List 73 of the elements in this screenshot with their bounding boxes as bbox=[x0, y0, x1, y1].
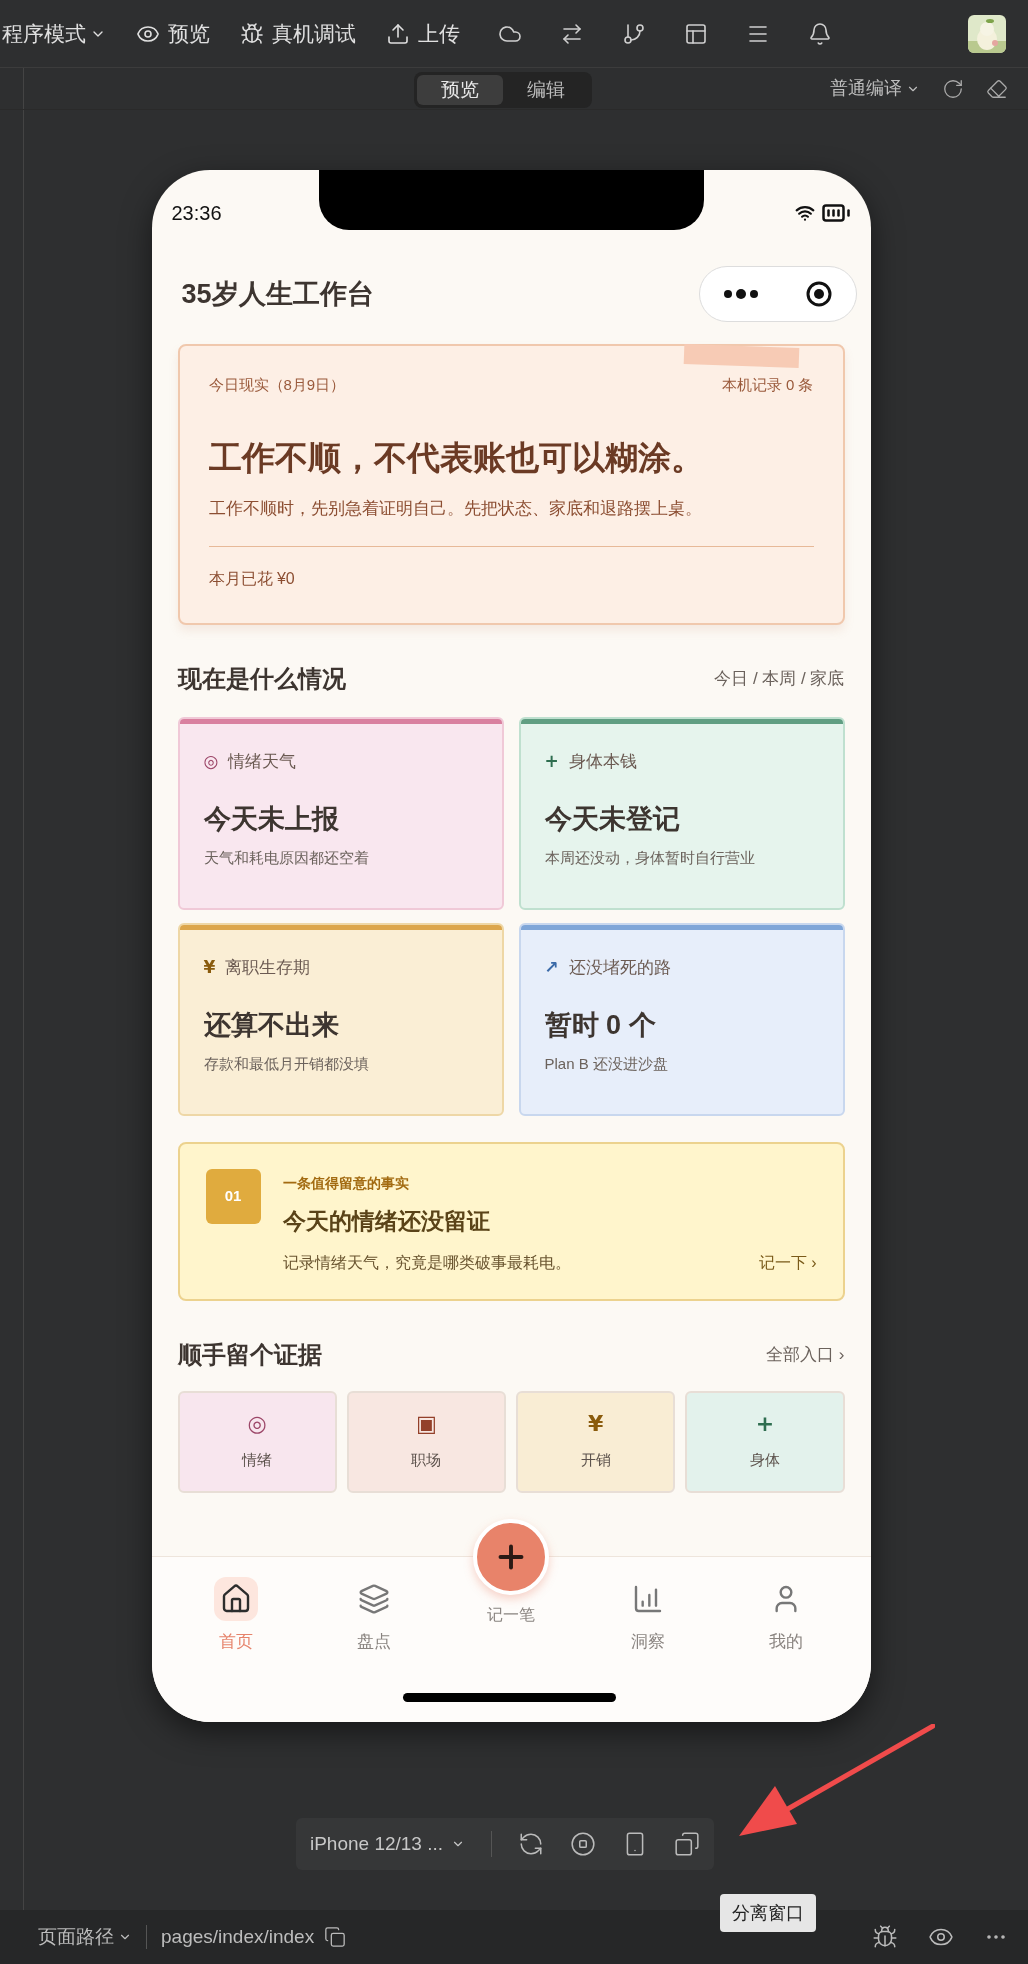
date-label: 今日现实（8月9日） bbox=[208, 375, 346, 395]
tooltip: 分离窗口 bbox=[720, 1894, 816, 1932]
more-icon[interactable] bbox=[722, 288, 759, 300]
layout-icon[interactable] bbox=[684, 21, 708, 46]
quick-entry-button[interactable]: ▣ 职场 bbox=[346, 1391, 506, 1493]
close-icon[interactable] bbox=[804, 280, 833, 308]
copy-icon[interactable] bbox=[324, 1926, 347, 1948]
view-tab[interactable]: 编辑 bbox=[503, 75, 589, 105]
swap-icon[interactable] bbox=[560, 21, 584, 46]
tab-item[interactable]: 我的 bbox=[717, 1557, 855, 1722]
card-icon: + bbox=[544, 749, 559, 775]
refresh-icon[interactable] bbox=[942, 77, 964, 100]
toolbar-button[interactable]: 真机调试 bbox=[240, 17, 356, 50]
quick-entry-button[interactable]: ◎ 情绪 bbox=[177, 1391, 337, 1493]
number-badge: 01 bbox=[205, 1169, 261, 1224]
status-time: 23:36 bbox=[171, 201, 222, 226]
fact-card[interactable]: 01 一条值得留意的事实 今天的情绪还没留证 记录情绪天气，究竟是哪类破事最耗电。 记一下 › bbox=[177, 1142, 845, 1301]
card-note: 存款和最低月开销都没填 bbox=[203, 1054, 370, 1074]
fact-eyebrow: 一条值得留意的事实 bbox=[282, 1174, 410, 1193]
tab-item[interactable]: 洞察 bbox=[579, 1557, 718, 1722]
card-value: 还算不出来 bbox=[203, 1008, 340, 1042]
card-value: 今天未上报 bbox=[203, 802, 340, 836]
branch-icon[interactable] bbox=[622, 21, 646, 46]
bug-icon[interactable] bbox=[872, 1924, 898, 1950]
status-card[interactable]: ¥ 离职生存期 还算不出来 存款和最低月开销都没填 bbox=[177, 923, 504, 1116]
section-title: 顺手留个证据 bbox=[177, 1340, 322, 1370]
record-count: 本机记录 0 条 bbox=[721, 375, 814, 395]
wifi-icon bbox=[794, 203, 815, 223]
card-label: 身体本钱 bbox=[568, 751, 637, 773]
compile-dropdown[interactable]: 普通编译 bbox=[830, 75, 920, 102]
toolbar-button[interactable]: 上传 bbox=[386, 17, 460, 50]
bug-icon bbox=[240, 21, 264, 46]
page-path-dropdown[interactable]: 页面路径 bbox=[38, 1922, 132, 1952]
tab-item[interactable]: 盘点 bbox=[304, 1557, 443, 1722]
card-icon: ¥ bbox=[203, 955, 216, 981]
mode-dropdown[interactable]: 程序模式 bbox=[2, 17, 106, 50]
rotate-icon[interactable] bbox=[518, 1831, 545, 1857]
card-label: 离职生存期 bbox=[225, 957, 311, 979]
device-dropdown[interactable]: iPhone 12/13 ... bbox=[309, 1829, 466, 1859]
card-note: 天气和耗电原因都还空着 bbox=[203, 848, 370, 868]
toolbar-button[interactable]: 预览 bbox=[136, 17, 210, 50]
quick-entry-button[interactable]: + 身体 bbox=[685, 1391, 845, 1493]
all-entries-link[interactable]: 全部入口 › bbox=[766, 1342, 845, 1368]
detach-window-icon[interactable] bbox=[674, 1831, 701, 1857]
status-card[interactable]: ◎ 情绪天气 今天未上报 天气和耗电原因都还空着 bbox=[177, 717, 504, 910]
page-title: 35岁人生工作台 bbox=[181, 277, 374, 311]
card-value: 今天未登记 bbox=[544, 802, 681, 836]
capsule-button[interactable] bbox=[698, 266, 857, 322]
upload-icon bbox=[386, 21, 410, 46]
card-label: 还没堵死的路 bbox=[568, 957, 671, 979]
fact-text: 记录情绪天气，究竟是哪类破事最耗电。 bbox=[282, 1252, 571, 1273]
stop-icon[interactable] bbox=[570, 1831, 597, 1857]
fact-title: 今天的情绪还没留证 bbox=[282, 1207, 491, 1236]
scope-tabs[interactable]: 今日 / 本周 / 家底 bbox=[714, 666, 845, 692]
status-card[interactable]: + 身体本钱 今天未登记 本周还没动，身体暂时自行营业 bbox=[518, 717, 845, 910]
page-path: pages/index/index bbox=[161, 1924, 315, 1949]
monthly-spend: 本月已花 ¥0 bbox=[208, 568, 296, 589]
card-note: 本周还没动，身体暂时自行营业 bbox=[544, 848, 756, 868]
status-card[interactable]: ↗ 还没堵死的路 暂时 0 个 Plan B 还没进沙盘 bbox=[518, 923, 845, 1116]
card-note: Plan B 还没进沙盘 bbox=[544, 1054, 669, 1074]
view-tab[interactable]: 预览 bbox=[417, 75, 503, 105]
quick-entry-button[interactable]: ¥ 开销 bbox=[516, 1391, 676, 1493]
card-icon: ◎ bbox=[203, 749, 219, 775]
clear-icon[interactable] bbox=[986, 77, 1008, 100]
stack-icon bbox=[357, 1583, 390, 1615]
headline: 工作不顺，不代表账也可以糊涂。 bbox=[208, 437, 705, 478]
bell-icon[interactable] bbox=[808, 21, 832, 46]
card-value: 暂时 0 个 bbox=[544, 1008, 657, 1042]
section-title: 现在是什么情况 bbox=[177, 664, 346, 694]
record-link[interactable]: 记一下 › bbox=[758, 1250, 817, 1275]
subline: 工作不顺时，先别急着证明自己。先把状态、家底和退路摆上桌。 bbox=[208, 498, 703, 520]
card-icon: ↗ bbox=[544, 955, 559, 981]
card-label: 情绪天气 bbox=[228, 751, 297, 773]
